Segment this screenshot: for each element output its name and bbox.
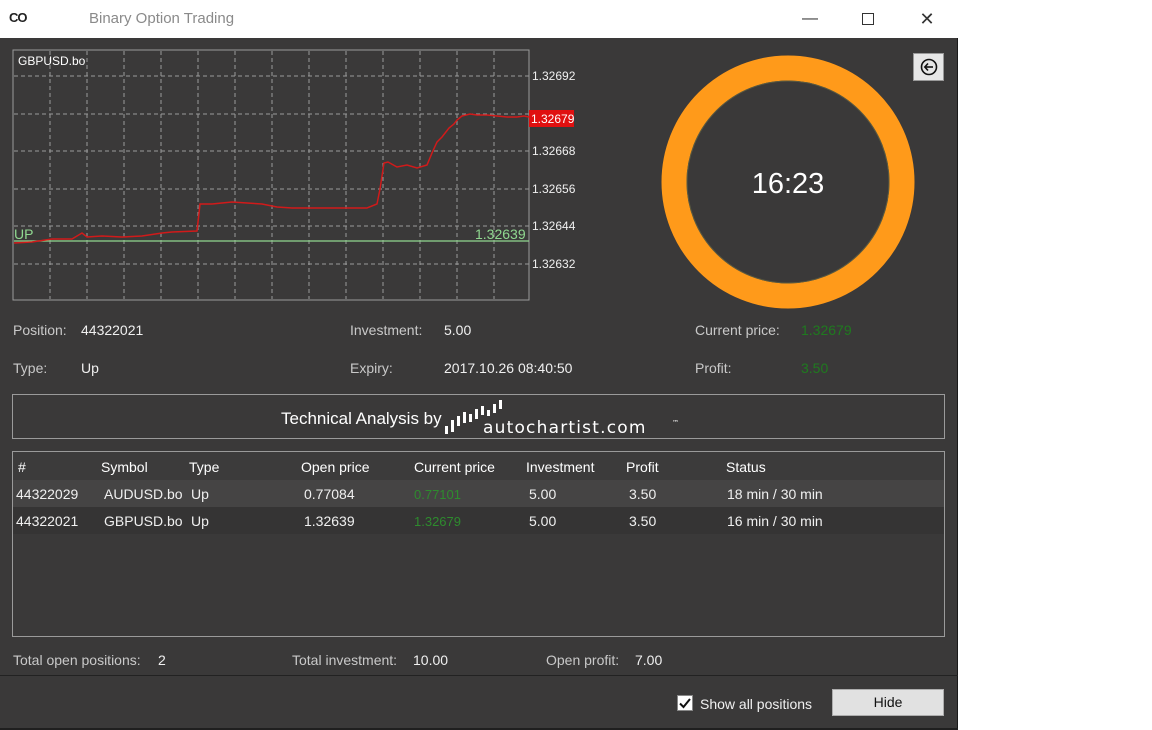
type-value: Up	[81, 360, 99, 376]
y-tick-label: 1.32632	[532, 257, 576, 271]
position-value: 44322021	[81, 322, 144, 338]
cell-type: Up	[191, 513, 209, 529]
show-all-positions-checkbox[interactable]	[677, 695, 693, 711]
open-line-direction-label: UP	[14, 226, 33, 242]
column-header[interactable]: Symbol	[101, 459, 148, 475]
autochartist-logo-text: autochartist.com	[483, 418, 647, 436]
positions-table: # Symbol Type Open price Current price I…	[12, 451, 945, 637]
cell-investment: 5.00	[529, 486, 557, 502]
y-tick-label: 1.32692	[532, 69, 576, 83]
timer-text: 16:23	[752, 168, 825, 200]
checkmark-icon	[679, 698, 691, 709]
column-header[interactable]: Open price	[301, 459, 369, 475]
expiry-label: Expiry:	[350, 360, 393, 376]
cell-current-price: 1.32679	[414, 514, 461, 529]
total-open-positions-value: 2	[158, 652, 166, 668]
minimize-button[interactable]: —	[795, 8, 825, 30]
y-tick-label: 1.32644	[532, 219, 576, 233]
open-profit-label: Open profit:	[546, 652, 620, 668]
autochartist-trademark: ™	[672, 419, 679, 427]
total-investment-label: Total investment:	[292, 652, 398, 668]
table-header: # Symbol Type Open price Current price I…	[13, 452, 944, 480]
investment-value: 5.00	[444, 322, 472, 338]
maximize-button[interactable]	[853, 8, 883, 30]
current-price-value: 1.32679	[801, 322, 852, 338]
total-investment-value: 10.00	[413, 652, 449, 668]
profit-label: Profit:	[695, 360, 732, 376]
back-button[interactable]	[913, 53, 944, 81]
window-title: Binary Option Trading	[89, 10, 235, 27]
investment-label: Investment:	[350, 322, 423, 338]
chart-plot-frame	[12, 49, 530, 301]
profit-value: 3.50	[801, 360, 829, 376]
column-header[interactable]: #	[18, 459, 26, 475]
back-arrow-icon	[920, 58, 937, 76]
y-tick-label: 1.32668	[532, 144, 576, 158]
cell-status: 16 min / 30 min	[727, 513, 823, 529]
binary-option-window: CO Binary Option Trading — ✕ GBPUSD.bo 1…	[0, 0, 958, 730]
table-row[interactable]: 44322029 AUDUSD.bo Up 0.77084 0.77101 5.…	[13, 480, 944, 507]
current-price-label: Current price:	[695, 322, 780, 338]
autochartist-logo-icon: autochartist.com ™	[445, 400, 679, 438]
chart-symbol-label: GBPUSD.bo	[18, 54, 86, 68]
app-logo-icon: CO	[9, 10, 27, 25]
show-all-positions-label[interactable]: Show all positions	[700, 696, 812, 712]
open-profit-value: 7.00	[635, 652, 663, 668]
cell-current-price: 0.77101	[414, 487, 461, 502]
cell-investment: 5.00	[529, 513, 557, 529]
table-row[interactable]: 44322021 GBPUSD.bo Up 1.32639 1.32679 5.…	[13, 507, 944, 534]
type-label: Type:	[13, 360, 48, 376]
title-bar: CO Binary Option Trading — ✕	[0, 0, 958, 38]
column-header[interactable]: Current price	[414, 459, 495, 475]
column-header[interactable]: Status	[726, 459, 766, 475]
price-chart-svg: GBPUSD.bo 1.32692 1.32668 1.32656 1.3264…	[12, 49, 576, 301]
hide-button[interactable]: Hide	[832, 689, 944, 716]
footer-divider	[0, 675, 958, 676]
cell-position-id: 44322021	[16, 513, 79, 529]
maximize-icon	[862, 12, 874, 25]
y-tick-label: 1.32656	[532, 182, 576, 196]
open-line-value-label: 1.32639	[475, 226, 526, 242]
current-price-tag-label: 1.32679	[531, 112, 575, 126]
column-header[interactable]: Type	[189, 459, 219, 475]
cell-open-price: 0.77084	[304, 486, 355, 502]
cell-profit: 3.50	[629, 486, 657, 502]
cell-status: 18 min / 30 min	[727, 486, 823, 502]
technical-analysis-text: Technical Analysis by	[281, 409, 442, 428]
technical-analysis-banner[interactable]: Technical Analysis by autochartist.com ™	[12, 394, 945, 439]
autochartist-logo: autochartist.com ™	[443, 400, 683, 441]
column-header[interactable]: Investment	[526, 459, 594, 475]
price-chart: GBPUSD.bo 1.32692 1.32668 1.32656 1.3264…	[12, 49, 592, 304]
position-label: Position:	[13, 322, 67, 338]
background-area	[958, 0, 1152, 730]
total-open-positions-label: Total open positions:	[13, 652, 141, 668]
cell-open-price: 1.32639	[304, 513, 355, 529]
cell-position-id: 44322029	[16, 486, 79, 502]
close-button[interactable]: ✕	[912, 8, 942, 30]
cell-profit: 3.50	[629, 513, 657, 529]
cell-type: Up	[191, 486, 209, 502]
countdown-timer: 16:23	[661, 55, 915, 309]
cell-symbol: AUDUSD.bo	[104, 486, 183, 502]
column-header[interactable]: Profit	[626, 459, 659, 475]
cell-symbol: GBPUSD.bo	[104, 513, 183, 529]
expiry-value: 2017.10.26 08:40:50	[444, 360, 573, 376]
